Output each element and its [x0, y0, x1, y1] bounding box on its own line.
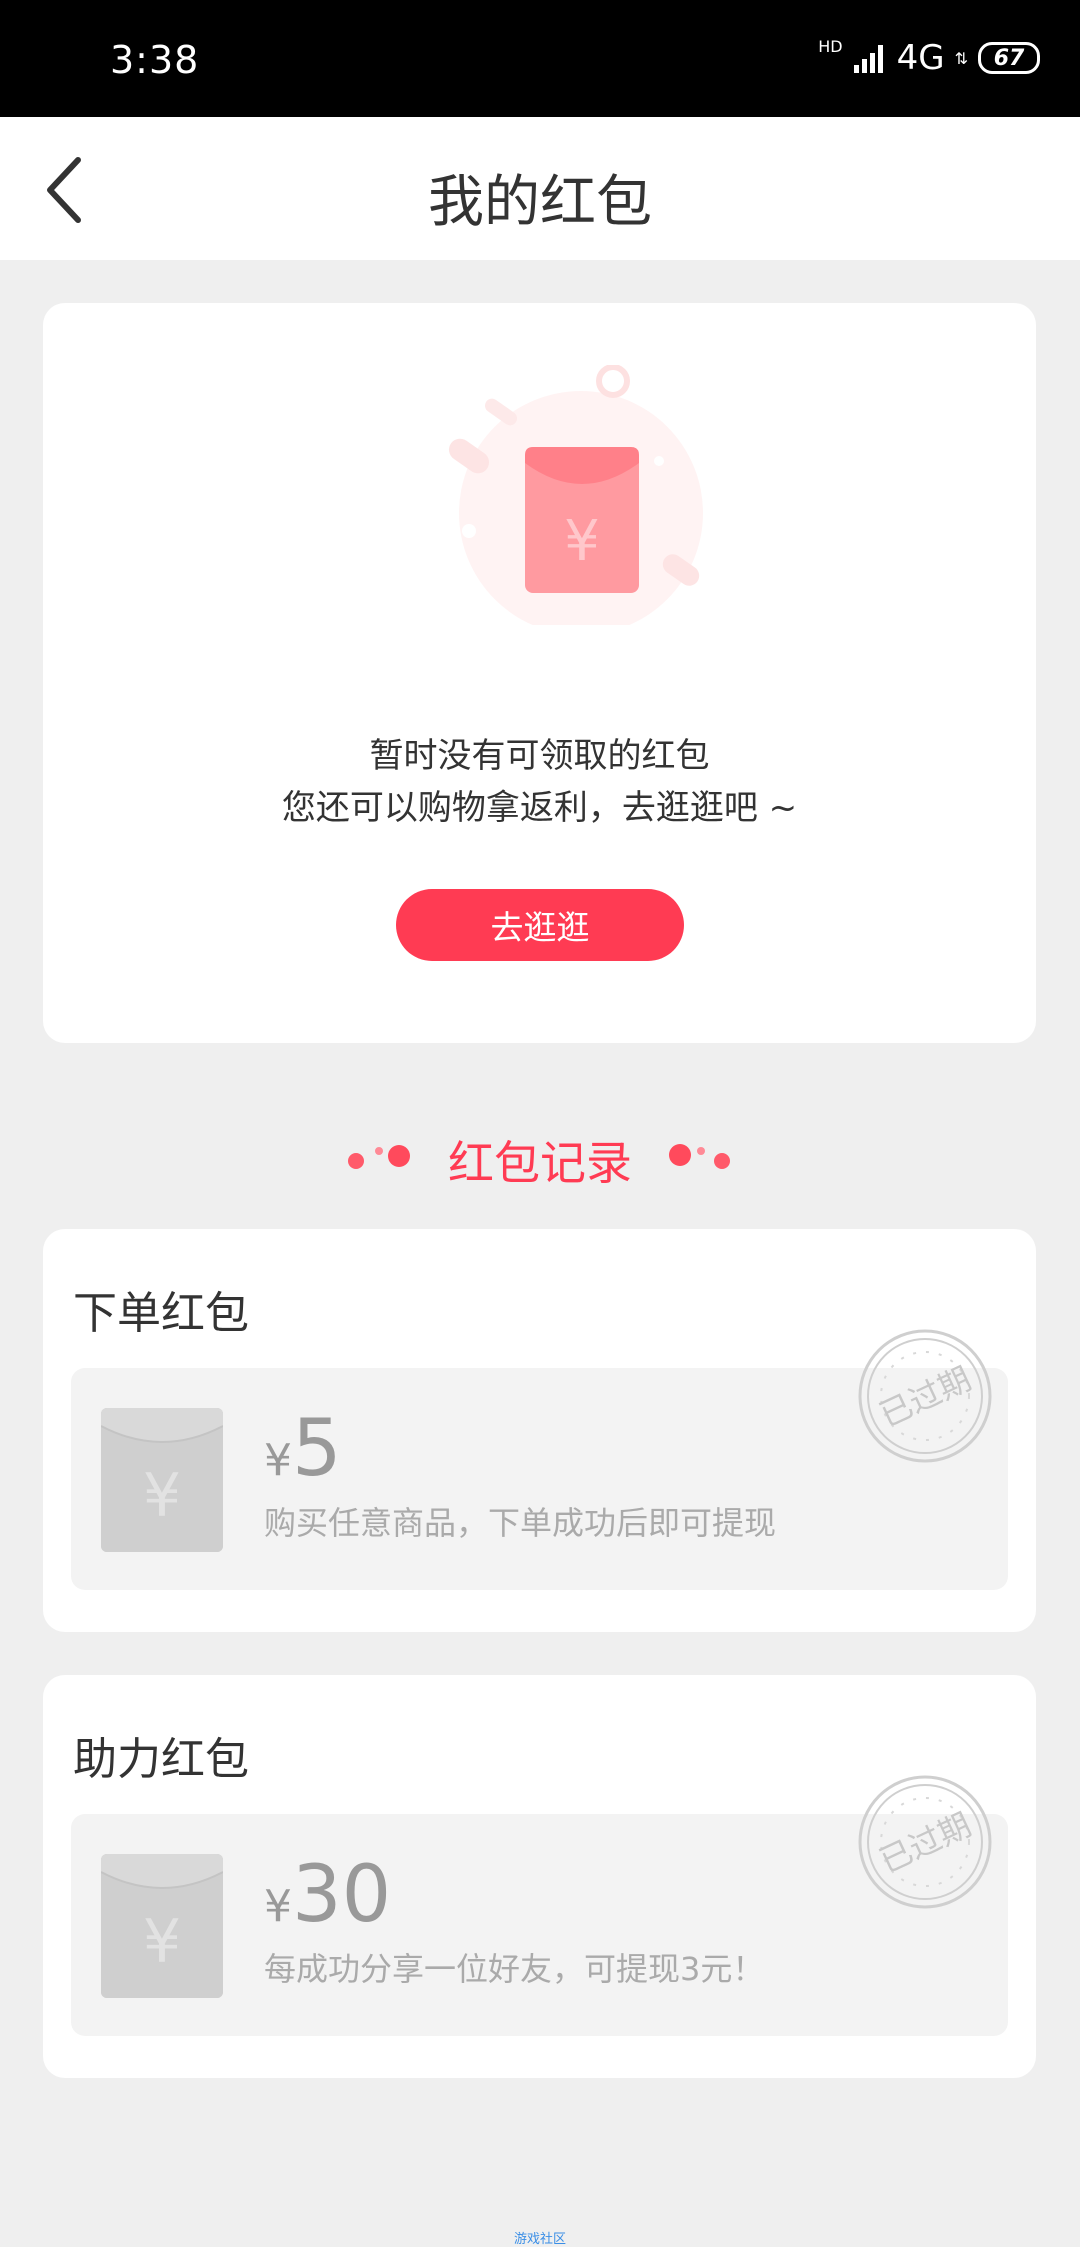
signal-icon [853, 45, 883, 73]
status-time: 3:38 [110, 38, 200, 82]
currency-symbol: ¥ [264, 1435, 292, 1486]
amount: ¥5 [264, 1404, 342, 1494]
battery-icon: 67 [978, 42, 1040, 74]
envelope-icon: ¥ [101, 1854, 223, 1998]
expired-stamp-icon: 已过期 [858, 1329, 992, 1463]
amount-value: 5 [292, 1404, 342, 1494]
hd-label: HD [818, 36, 843, 56]
right-dots-icon [669, 1144, 730, 1169]
red-envelope-item[interactable]: ¥ ¥30 每成功分享一位好友，可提现3元！ 已过期 [71, 1775, 1008, 2036]
svg-text:¥: ¥ [564, 509, 600, 574]
network-type: 4G [896, 38, 945, 78]
empty-message-line2: 您还可以购物拿返利，去逛逛吧 ~ [281, 788, 798, 828]
svg-text:¥: ¥ [143, 1461, 181, 1531]
red-envelope-illustration-icon: ¥ [448, 365, 703, 625]
expired-stamp-icon: 已过期 [858, 1775, 992, 1909]
status-indicators: HD 4G ⇅ 67 [818, 36, 1040, 78]
navbar: 我的红包 [0, 117, 1080, 260]
records-title: 红包记录 [448, 1136, 632, 1190]
svg-text:¥: ¥ [143, 1907, 181, 1977]
stamp-label: 已过期 [874, 1359, 977, 1434]
footer-watermark: 游戏社区 [513, 2232, 566, 2247]
empty-message: 暂时没有可领取的红包 您还可以购物拿返利，去逛逛吧 ~ [43, 730, 1036, 834]
record-card-order: 下单红包 ¥ ¥5 购买任意商品，下单成功后即可提现 已过期 [43, 1229, 1036, 1632]
data-arrows-icon: ⇅ [954, 48, 968, 68]
stamp-label: 已过期 [874, 1805, 977, 1880]
go-shopping-button[interactable]: 去逛逛 [396, 889, 684, 961]
record-heading: 助力红包 [73, 1734, 249, 1785]
amount-value: 30 [292, 1850, 392, 1940]
description: 每成功分享一位好友，可提现3元！ [264, 1950, 765, 1988]
description: 购买任意商品，下单成功后即可提现 [264, 1504, 777, 1542]
currency-symbol: ¥ [264, 1881, 292, 1932]
status-bar: 3:38 HD 4G ⇅ 67 [0, 0, 1080, 117]
red-envelope-item[interactable]: ¥ ¥5 购买任意商品，下单成功后即可提现 已过期 [71, 1329, 1008, 1590]
envelope-icon: ¥ [101, 1408, 223, 1552]
record-heading: 下单红包 [73, 1288, 249, 1339]
empty-state-card: ¥ 暂时没有可领取的红包 您还可以购物拿返利，去逛逛吧 ~ 去逛逛 [43, 303, 1036, 1043]
amount: ¥30 [264, 1850, 391, 1940]
page-title: 我的红包 [428, 170, 652, 235]
battery-level: 67 [993, 45, 1025, 71]
empty-message-line1: 暂时没有可领取的红包 [369, 736, 710, 776]
record-card-assist: 助力红包 ¥ ¥30 每成功分享一位好友，可提现3元！ 已过期 [43, 1675, 1036, 2078]
